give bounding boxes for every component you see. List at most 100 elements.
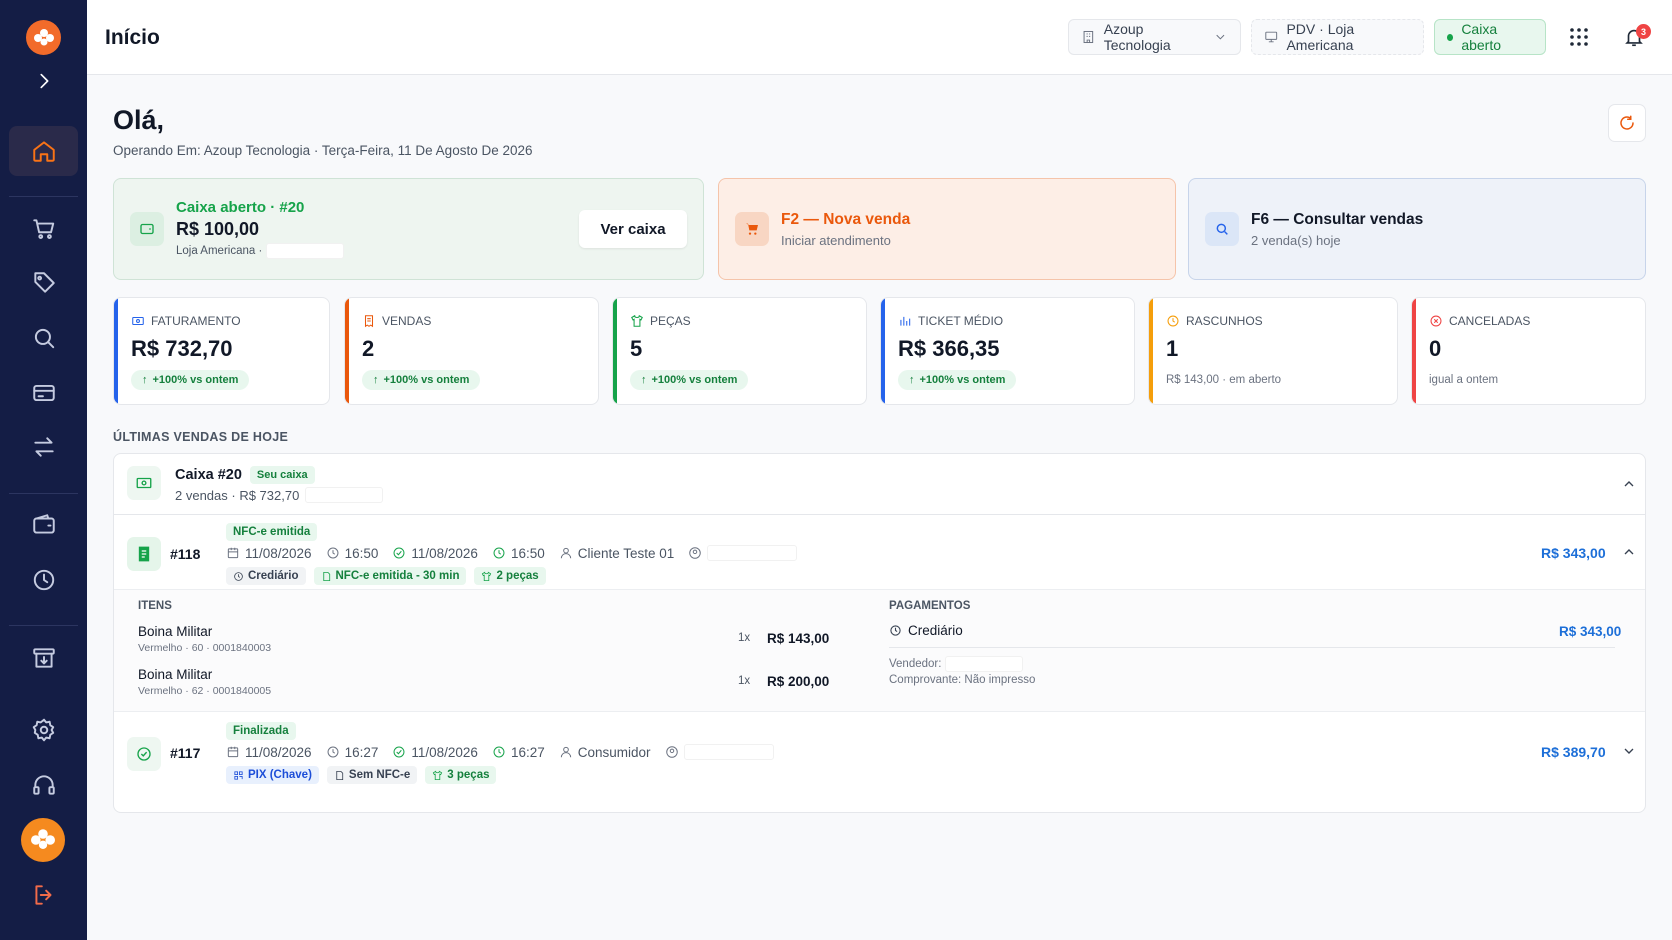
cart-icon xyxy=(746,223,758,235)
document-icon xyxy=(322,571,330,581)
consult-icon-box xyxy=(1205,212,1239,246)
calendar-icon xyxy=(227,547,239,559)
status-dot xyxy=(1447,33,1454,41)
consult-title: F6 — Consultar vendas xyxy=(1251,210,1424,228)
kpi-label: Peças xyxy=(650,314,691,328)
cash-card: Caixa aberto · #20 R$ 100,00 Loja Americ… xyxy=(113,178,704,280)
sidebar-item-wallet[interactable] xyxy=(0,510,87,540)
kpi-faturamento: Faturamento R$ 732,70 ↑ +100% vs ontem xyxy=(113,297,330,405)
chevron-down-icon xyxy=(1216,34,1225,40)
sale-finish-time: 16:50 xyxy=(492,546,545,561)
wallet-icon xyxy=(140,223,154,235)
brand-button[interactable] xyxy=(21,818,65,862)
logo-icon xyxy=(33,28,54,45)
kpi-change: ↑ +100% vs ontem xyxy=(898,370,1017,390)
greeting: Olá, xyxy=(113,105,165,135)
cash-status-badge[interactable]: Caixa aberto xyxy=(1434,19,1546,55)
shirt-icon xyxy=(433,770,443,780)
kpi-label: Faturamento xyxy=(151,314,241,328)
sidebar-item-search[interactable] xyxy=(0,323,87,353)
check-circle-icon xyxy=(137,747,151,761)
check-circle-icon xyxy=(393,746,405,758)
sidebar-item-settings[interactable] xyxy=(0,715,87,745)
item-name: Boina Militar xyxy=(138,624,213,639)
sidebar-item-support[interactable] xyxy=(0,770,87,800)
sale-id: #118 xyxy=(170,546,201,562)
sidebar-item-payments[interactable] xyxy=(0,378,87,408)
logout-button[interactable] xyxy=(0,880,87,910)
sidebar-item-transfers[interactable] xyxy=(0,432,87,462)
nfce-tag: Sem NFC-e xyxy=(326,766,418,784)
sale-time: 16:50 xyxy=(326,546,378,561)
pieces-tag: 3 peças xyxy=(425,766,497,784)
sidebar-item-home[interactable] xyxy=(9,126,78,176)
bar-chart-icon xyxy=(900,316,911,326)
app-logo[interactable] xyxy=(26,20,61,55)
payment-method: Crediário xyxy=(908,623,963,638)
cash-amount: R$ 100,00 xyxy=(176,219,260,239)
own-cash-badge: Seu caixa xyxy=(249,466,315,484)
arrow-up-icon: ↑ xyxy=(373,374,379,386)
item-sub: Vermelho · 60 · 0001840003 xyxy=(138,642,272,654)
sidebar-item-archive[interactable] xyxy=(0,643,87,673)
sidebar xyxy=(0,0,87,940)
apps-button[interactable] xyxy=(1562,20,1596,54)
consult-sales-card[interactable]: F6 — Consultar vendas 2 venda(s) hoje xyxy=(1188,178,1646,280)
clock-icon xyxy=(327,746,339,758)
gear-icon xyxy=(32,718,54,742)
sidebar-item-sales[interactable] xyxy=(0,214,87,244)
money-icon xyxy=(132,316,144,326)
new-sale-subtitle: Iniciar atendimento xyxy=(781,232,891,248)
invoice-icon xyxy=(138,546,150,562)
kpi-value: 5 xyxy=(630,336,643,361)
cart-icon xyxy=(32,219,54,239)
expand-sidebar-button[interactable] xyxy=(0,66,87,96)
user-icon xyxy=(560,746,571,758)
wallet-icon xyxy=(32,514,55,534)
kpi-change: ↑ +100% vs ontem xyxy=(131,370,250,390)
sale-finish-time: 16:27 xyxy=(492,745,545,760)
notifications-button[interactable]: 3 xyxy=(1617,20,1651,54)
user-circle-icon xyxy=(689,547,702,559)
new-sale-card[interactable]: F2 — Nova venda Iniciar atendimento xyxy=(718,178,1176,280)
chevron-right-icon xyxy=(39,73,48,89)
receipt-icon xyxy=(364,315,374,328)
refresh-icon xyxy=(1620,115,1634,130)
chevron-up-icon[interactable] xyxy=(1621,544,1637,560)
document-icon xyxy=(336,770,344,780)
chevron-down-icon[interactable] xyxy=(1621,743,1637,759)
payment-row: Crediário xyxy=(889,623,963,638)
view-cash-button[interactable]: Ver caixa xyxy=(579,210,687,248)
cash-store: Loja Americana · xyxy=(176,245,263,257)
payments-label: PAGAMENTOS xyxy=(889,600,971,612)
cash-card-title: Caixa aberto · #20 xyxy=(176,199,305,216)
clock-icon xyxy=(890,625,901,636)
shirt-icon xyxy=(482,571,492,581)
chevron-up-icon[interactable] xyxy=(1621,476,1637,492)
cash-status-text: Caixa aberto xyxy=(1461,21,1502,53)
sidebar-item-history[interactable] xyxy=(0,565,87,595)
payment-tag: Crediário xyxy=(226,567,306,585)
greeting-subtitle: Operando Em: Azoup Tecnologia · Terça-Fe… xyxy=(113,143,533,158)
kpi-rascunhos: Rascunhos 1 R$ 143,00 · em aberto xyxy=(1148,297,1398,405)
check-circle-icon xyxy=(393,547,405,559)
redacted-field xyxy=(266,243,345,259)
sidebar-item-products[interactable] xyxy=(0,268,87,298)
seller-info xyxy=(665,744,774,760)
logout-icon xyxy=(34,885,51,905)
sale-finish-date: 11/08/2026 xyxy=(392,745,478,760)
company-selector[interactable]: Azoup Tecnologia xyxy=(1068,19,1241,55)
clock-icon xyxy=(234,571,243,581)
shirt-icon xyxy=(631,314,643,327)
pdv-indicator[interactable]: PDV · Loja Americana xyxy=(1251,19,1424,55)
items-label: ITENS xyxy=(138,600,172,612)
arrows-swap-icon xyxy=(33,437,54,457)
refresh-button[interactable] xyxy=(1608,104,1646,142)
kpi-label: Ticket Médio xyxy=(918,314,1004,328)
search-icon xyxy=(34,328,54,349)
kpi-note: igual a ontem xyxy=(1429,374,1499,386)
item-name: Boina Militar xyxy=(138,667,213,682)
sale-customer: Consumidor xyxy=(559,745,651,760)
item-price: R$ 200,00 xyxy=(767,674,830,689)
top-bar: Início Azoup Tecnologia PDV · Loja Ameri… xyxy=(87,0,1672,75)
